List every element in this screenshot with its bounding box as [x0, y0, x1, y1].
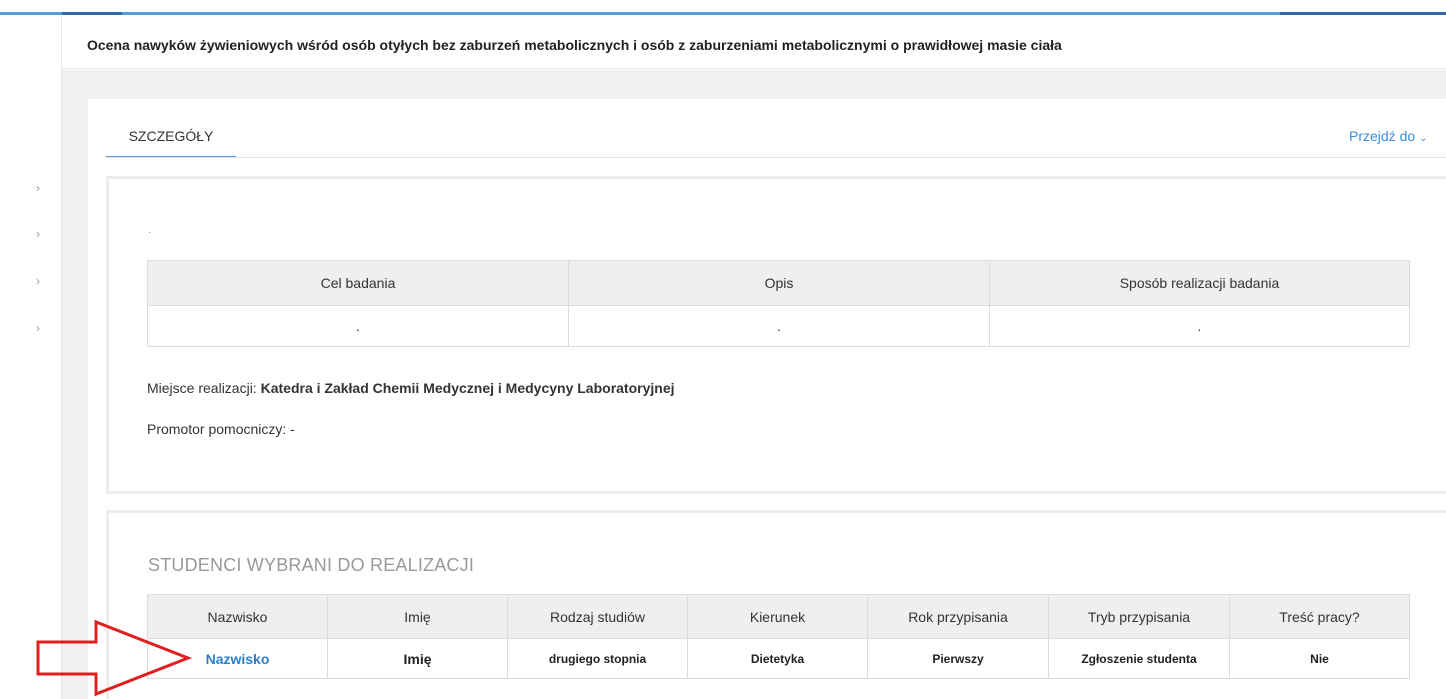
- chevron-right-icon[interactable]: ›: [36, 181, 40, 195]
- sidebar: › › › ›: [0, 15, 62, 699]
- column-header: Opis: [568, 260, 990, 306]
- student-content: Nie: [1229, 638, 1410, 679]
- goto-dropdown[interactable]: Przejdź do ⌄: [1349, 128, 1428, 144]
- table-header-row: Nazwisko Imię Rodzaj studiów Kierunek Ro…: [147, 594, 1410, 639]
- students-section-title: STUDENCI WYBRANI DO REALIZACJI: [148, 555, 475, 575]
- students-table: Nazwisko Imię Rodzaj studiów Kierunek Ro…: [147, 594, 1410, 679]
- promotor-value: -: [290, 421, 295, 437]
- student-first-name: Imię: [327, 638, 508, 679]
- chevron-down-icon: ⌄: [1419, 133, 1428, 144]
- details-dot: .: [148, 222, 152, 236]
- chevron-right-icon[interactable]: ›: [36, 321, 40, 335]
- table-header-row: Cel badania Opis Sposób realizacji badan…: [147, 260, 1410, 306]
- page-header: Ocena nawyków żywieniowych wśród osób ot…: [62, 15, 1446, 69]
- place-info: Miejsce realizacji: Katedra i Zakład Che…: [147, 380, 675, 396]
- column-header: Cel badania: [147, 260, 569, 306]
- arrow-right-annotation-icon: [36, 619, 193, 697]
- column-header: Treść pracy?: [1229, 594, 1410, 639]
- promotor-label: Promotor pomocniczy:: [147, 421, 287, 437]
- details-table: Cel badania Opis Sposób realizacji badan…: [147, 260, 1410, 347]
- table-cell: .: [989, 305, 1410, 347]
- tabs-divider: [106, 157, 1446, 158]
- student-field: Dietetyka: [687, 638, 868, 679]
- tab-details[interactable]: SZCZEGÓŁY: [106, 128, 236, 144]
- column-header: Sposób realizacji badania: [989, 260, 1410, 306]
- promotor-info: Promotor pomocniczy: -: [147, 421, 295, 437]
- student-year: Pierwszy: [867, 638, 1049, 679]
- table-row: . . .: [147, 305, 1410, 347]
- top-bar: [0, 0, 1446, 15]
- goto-label: Przejdź do: [1349, 128, 1416, 144]
- column-header: Kierunek: [687, 594, 868, 639]
- column-header: Rodzaj studiów: [507, 594, 688, 639]
- place-label: Miejsce realizacji:: [147, 380, 257, 396]
- column-header: Tryb przypisania: [1048, 594, 1230, 639]
- student-mode: Zgłoszenie studenta: [1048, 638, 1230, 679]
- table-cell: .: [568, 305, 990, 347]
- column-header: Imię: [327, 594, 508, 639]
- chevron-right-icon[interactable]: ›: [36, 274, 40, 288]
- table-row: Nazwisko Imię drugiego stopnia Dietetyka…: [147, 638, 1410, 679]
- student-study-type: drugiego stopnia: [507, 638, 688, 679]
- page-title: Ocena nawyków żywieniowych wśród osób ot…: [87, 37, 1062, 53]
- place-value: Katedra i Zakład Chemii Medycznej i Medy…: [260, 380, 675, 396]
- chevron-right-icon[interactable]: ›: [36, 227, 40, 241]
- column-header: Rok przypisania: [867, 594, 1049, 639]
- table-cell: .: [147, 305, 569, 347]
